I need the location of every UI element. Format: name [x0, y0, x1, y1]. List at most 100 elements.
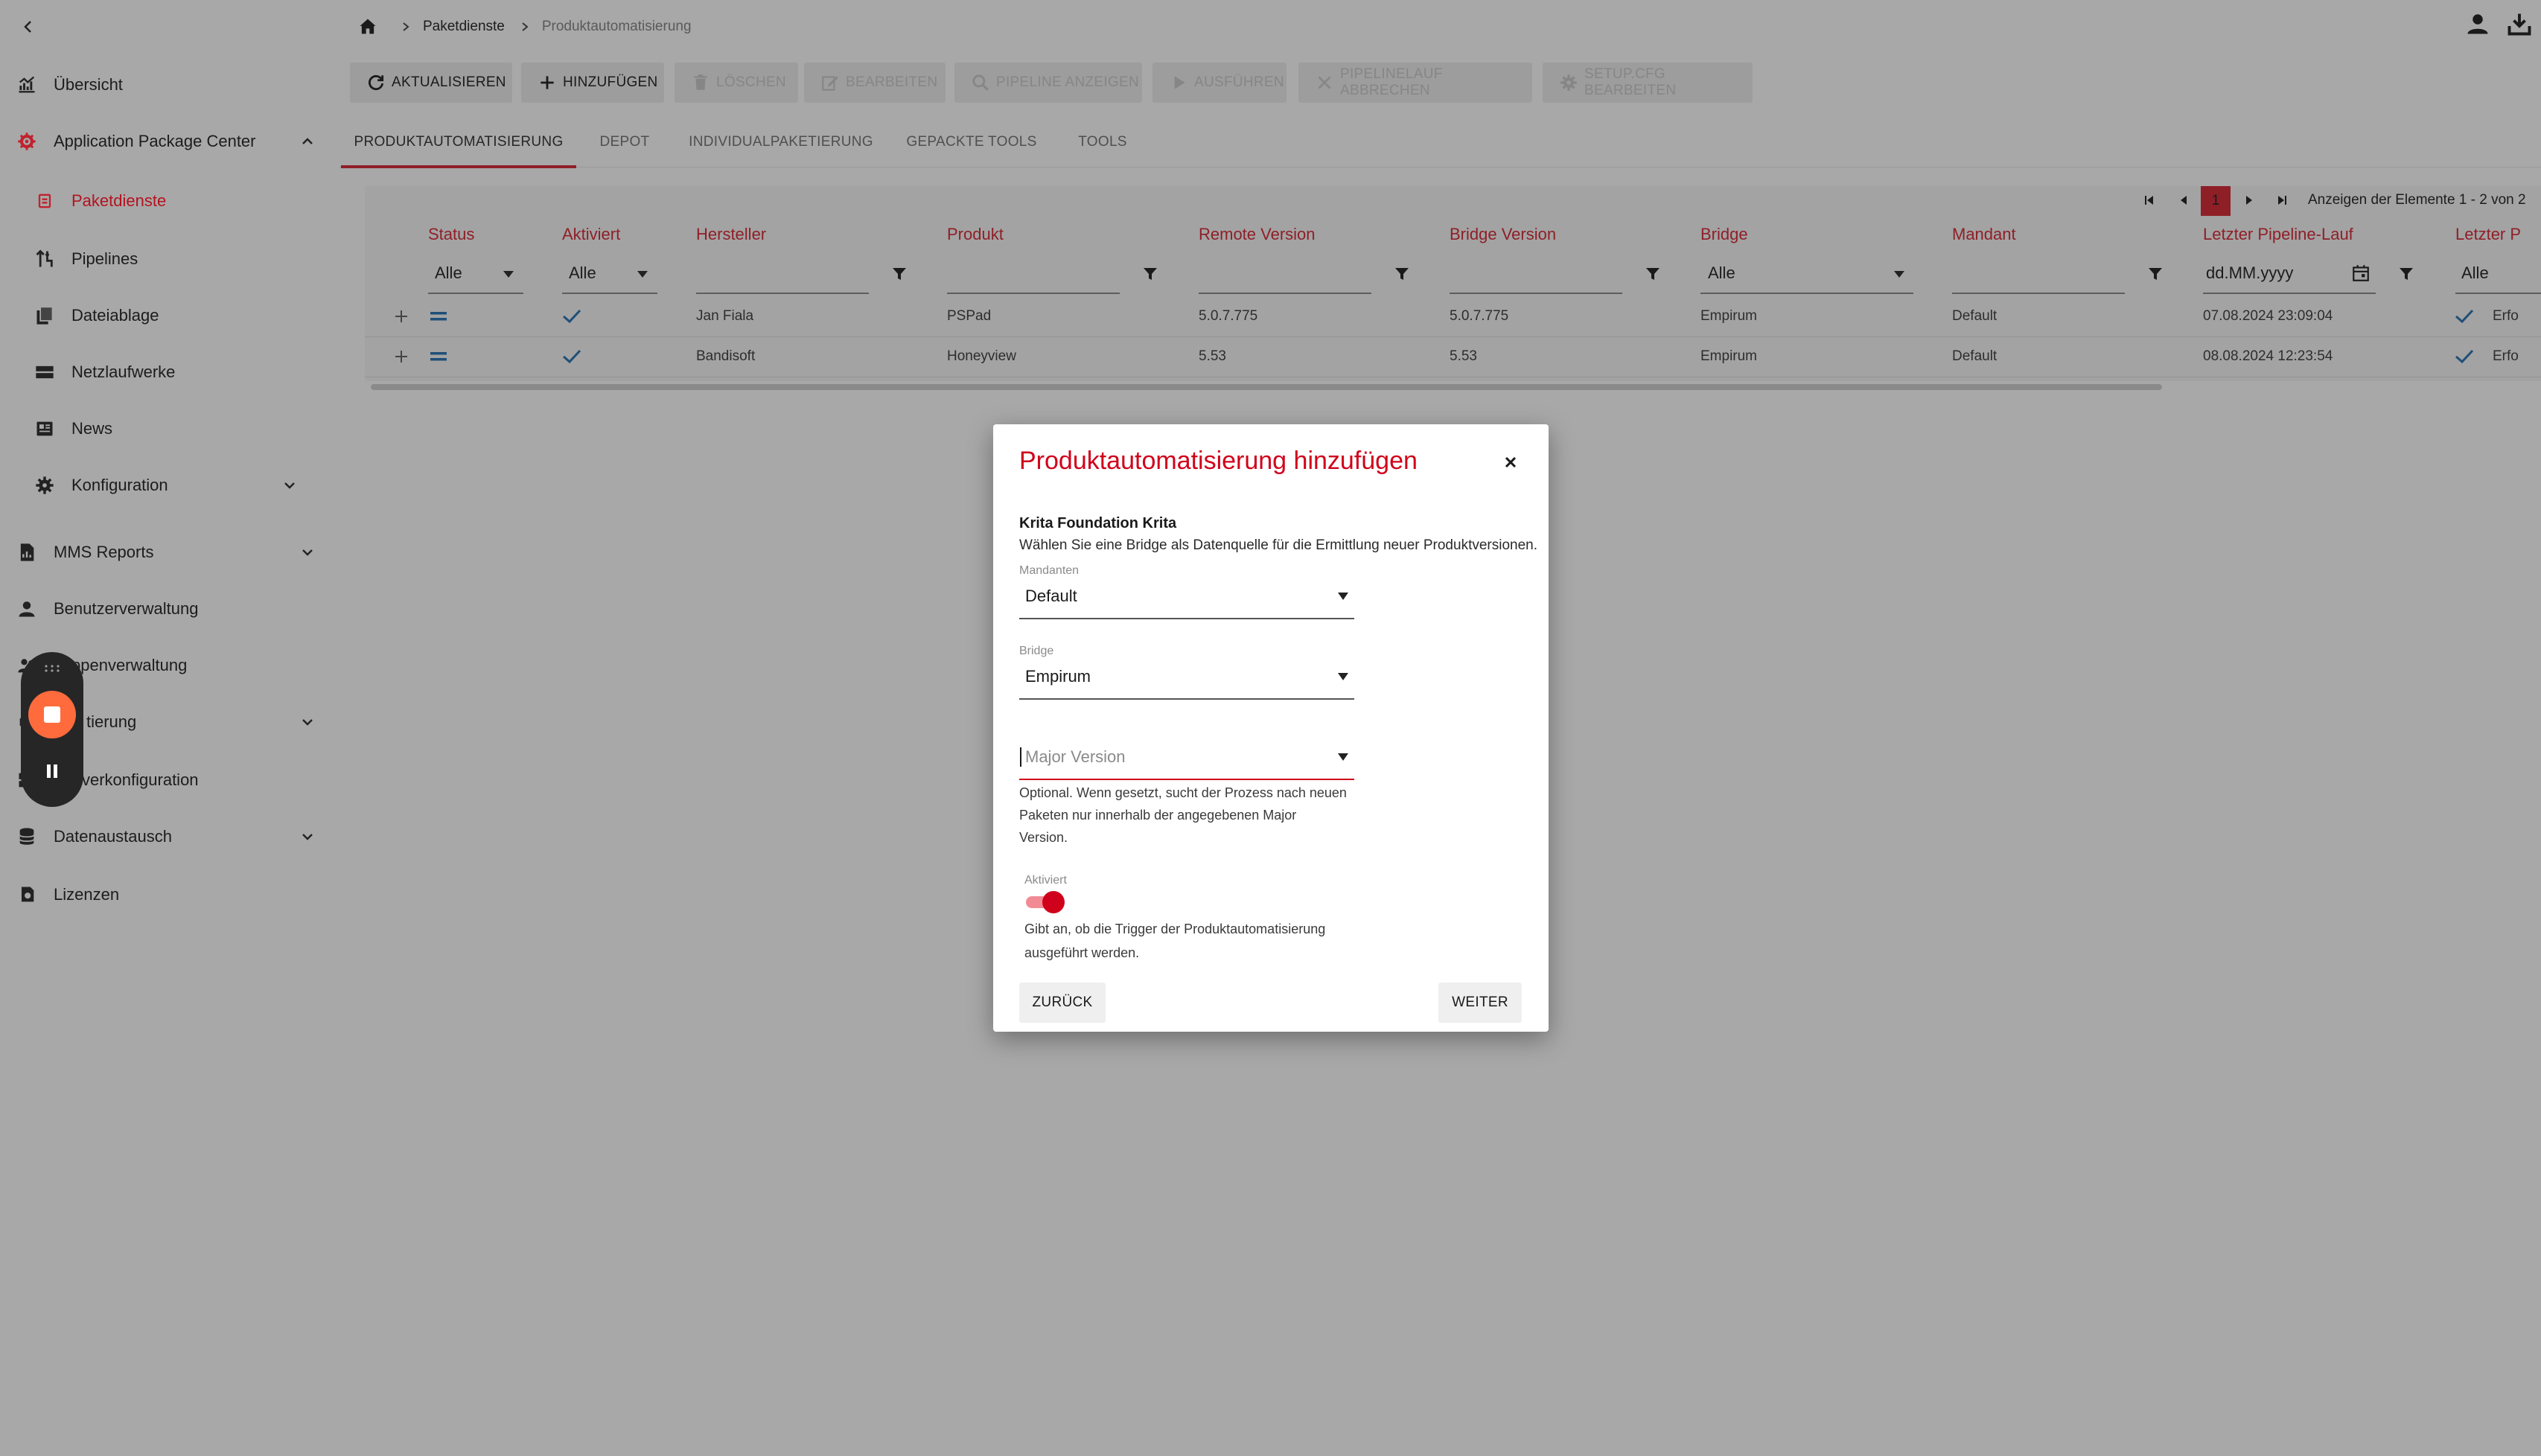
cancel-pipeline-run-button[interactable]: PIPELINELAUF ABBRECHEN	[1298, 63, 1532, 103]
sidebar-item-label: ppenverwaltung	[71, 656, 188, 674]
first-page-icon[interactable]	[2141, 192, 2158, 208]
sidebar-item-paketdienste[interactable]: Paketdienste	[0, 173, 328, 229]
dropdown-arrow-icon[interactable]	[1894, 271, 1904, 278]
files-icon	[34, 305, 55, 326]
aktiviert-toggle[interactable]	[1024, 890, 1068, 913]
filter-status-underline	[428, 293, 523, 294]
filter-status-select[interactable]: Alle	[435, 264, 462, 283]
next-button[interactable]: WEITER	[1438, 983, 1522, 1023]
sidebar-item-application-package-center[interactable]: Application Package Center	[0, 113, 328, 170]
horizontal-scrollbar[interactable]	[371, 384, 2162, 390]
pipeline-icon	[34, 249, 55, 269]
filter-icon[interactable]	[2397, 265, 2415, 283]
expand-row-icon[interactable]	[393, 348, 409, 365]
sidebar-item-lizenzen[interactable]: Lizenzen	[0, 866, 328, 923]
sidebar-item-datenaustausch[interactable]: Datenaustausch	[0, 808, 328, 865]
filter-aktiviert-underline	[562, 293, 657, 294]
column-header-aktiviert[interactable]: Aktiviert	[562, 225, 620, 244]
chevron-down-icon[interactable]	[299, 828, 316, 845]
refresh-icon	[366, 73, 386, 92]
column-header-remote-version[interactable]: Remote Version	[1199, 225, 1316, 244]
close-dialog-button[interactable]	[1499, 451, 1522, 473]
edit-setup-cfg-button[interactable]: SETUP.CFG BEARBEITEN	[1543, 63, 1753, 103]
filter-icon[interactable]	[890, 265, 908, 283]
sidebar-item-mms-reports[interactable]: MMS Reports	[0, 524, 328, 581]
filter-last-status-select[interactable]: Alle	[2461, 264, 2489, 283]
sidebar-item-netzlaufwerke[interactable]: Netzlaufwerke	[0, 344, 328, 400]
filter-icon[interactable]	[2146, 265, 2164, 283]
filter-icon[interactable]	[1393, 265, 1411, 283]
page-number-current[interactable]: 1	[2201, 186, 2231, 216]
dropdown-arrow-icon[interactable]	[637, 271, 648, 278]
sidebar-item-pipelines[interactable]: Pipelines	[0, 231, 328, 287]
last-page-icon[interactable]	[2274, 192, 2290, 208]
filter-icon[interactable]	[1644, 265, 1662, 283]
chevron-down-icon[interactable]	[281, 477, 298, 494]
filter-date-input[interactable]: dd.MM.yyyy	[2206, 264, 2293, 283]
tab-produktautomatisierung[interactable]: PRODUKTAUTOMATISIERUNG	[341, 119, 576, 168]
bridge-select[interactable]: Empirum	[1019, 657, 1354, 700]
cell-remote-version: 5.53	[1199, 348, 1226, 364]
filter-remote-version-input[interactable]	[1199, 293, 1371, 294]
database-icon	[16, 826, 37, 847]
column-header-bridge-version[interactable]: Bridge Version	[1450, 225, 1556, 244]
column-header-mandant[interactable]: Mandant	[1952, 225, 2016, 244]
prev-page-icon[interactable]	[2175, 192, 2192, 208]
filter-bridge-version-input[interactable]	[1450, 293, 1622, 294]
user-icon	[16, 598, 37, 619]
back-button[interactable]: ZURÜCK	[1019, 983, 1106, 1023]
sidebar-item-konfiguration[interactable]: Konfiguration	[0, 457, 328, 514]
add-button[interactable]: HINZUFÜGEN	[521, 63, 664, 103]
filter-icon[interactable]	[1141, 265, 1159, 283]
column-header-produkt[interactable]: Produkt	[947, 225, 1004, 244]
pause-button[interactable]	[40, 759, 64, 783]
column-header-letzter-pipeline-lauf[interactable]: Letzter Pipeline-Lauf	[2203, 225, 2353, 244]
execute-button[interactable]: AUSFÜHREN	[1152, 63, 1287, 103]
expand-row-icon[interactable]	[393, 308, 409, 325]
column-header-bridge[interactable]: Bridge	[1700, 225, 1748, 244]
filter-hersteller-input[interactable]	[696, 293, 869, 294]
filter-aktiviert-select[interactable]: Alle	[569, 264, 596, 283]
aktiviert-hint-line: ausgeführt werden.	[1024, 945, 1140, 960]
chevron-down-icon[interactable]	[299, 544, 316, 561]
tab-tools[interactable]: TOOLS	[1054, 119, 1151, 165]
stop-recording-button[interactable]	[28, 691, 76, 738]
checkmark-icon	[2454, 347, 2475, 366]
tab-individualpaketierung[interactable]: INDIVIDUALPAKETIERUNG	[673, 119, 889, 165]
home-icon[interactable]	[357, 16, 378, 37]
column-header-hersteller[interactable]: Hersteller	[696, 225, 766, 244]
next-page-icon[interactable]	[2241, 192, 2257, 208]
delete-button[interactable]: LÖSCHEN	[675, 63, 798, 103]
cell-produkt: Honeyview	[947, 348, 1016, 364]
sidebar-item-benutzerverwaltung[interactable]: Benutzerverwaltung	[0, 581, 328, 637]
drag-handle-icon[interactable]	[43, 664, 61, 673]
cell-mandant: Default	[1952, 308, 1998, 324]
show-pipeline-button[interactable]: PIPELINE ANZEIGEN	[954, 63, 1142, 103]
chevron-down-icon[interactable]	[299, 714, 316, 730]
collapse-sidebar-icon[interactable]	[19, 18, 37, 36]
download-icon[interactable]	[2506, 10, 2533, 37]
sidebar-item-dateiablage[interactable]: Dateiablage	[0, 287, 328, 344]
filter-produkt-input[interactable]	[947, 293, 1120, 294]
tab-depot[interactable]: DEPOT	[576, 119, 673, 165]
sidebar-item-label: Pipelines	[71, 249, 138, 268]
dropdown-arrow-icon	[1338, 593, 1348, 600]
edit-button[interactable]: BEARBEITEN	[804, 63, 946, 103]
sidebar-item-news[interactable]: News	[0, 400, 328, 457]
column-header-letzter-status[interactable]: Letzter P	[2455, 225, 2521, 244]
tab-gepackte-tools[interactable]: GEPACKTE TOOLS	[889, 119, 1054, 165]
dropdown-arrow-icon[interactable]	[503, 271, 514, 278]
mandanten-select[interactable]: Default	[1019, 576, 1354, 619]
account-icon[interactable]	[2464, 10, 2491, 37]
breadcrumb-item-paketdienste[interactable]: Paketdienste	[423, 19, 505, 35]
sidebar-item-uebersicht[interactable]: Übersicht	[0, 57, 328, 113]
breadcrumb-separator-icon	[401, 22, 411, 32]
chevron-up-icon[interactable]	[299, 133, 316, 150]
filter-bridge-select[interactable]: Alle	[1708, 264, 1735, 283]
calendar-icon[interactable]	[2351, 264, 2371, 283]
refresh-button[interactable]: AKTUALISIEREN	[350, 63, 512, 103]
filter-mandant-input[interactable]	[1952, 293, 2125, 294]
major-version-select[interactable]: Major Version	[1019, 737, 1354, 780]
column-header-status[interactable]: Status	[428, 225, 474, 244]
delete-label: LÖSCHEN	[716, 74, 786, 90]
